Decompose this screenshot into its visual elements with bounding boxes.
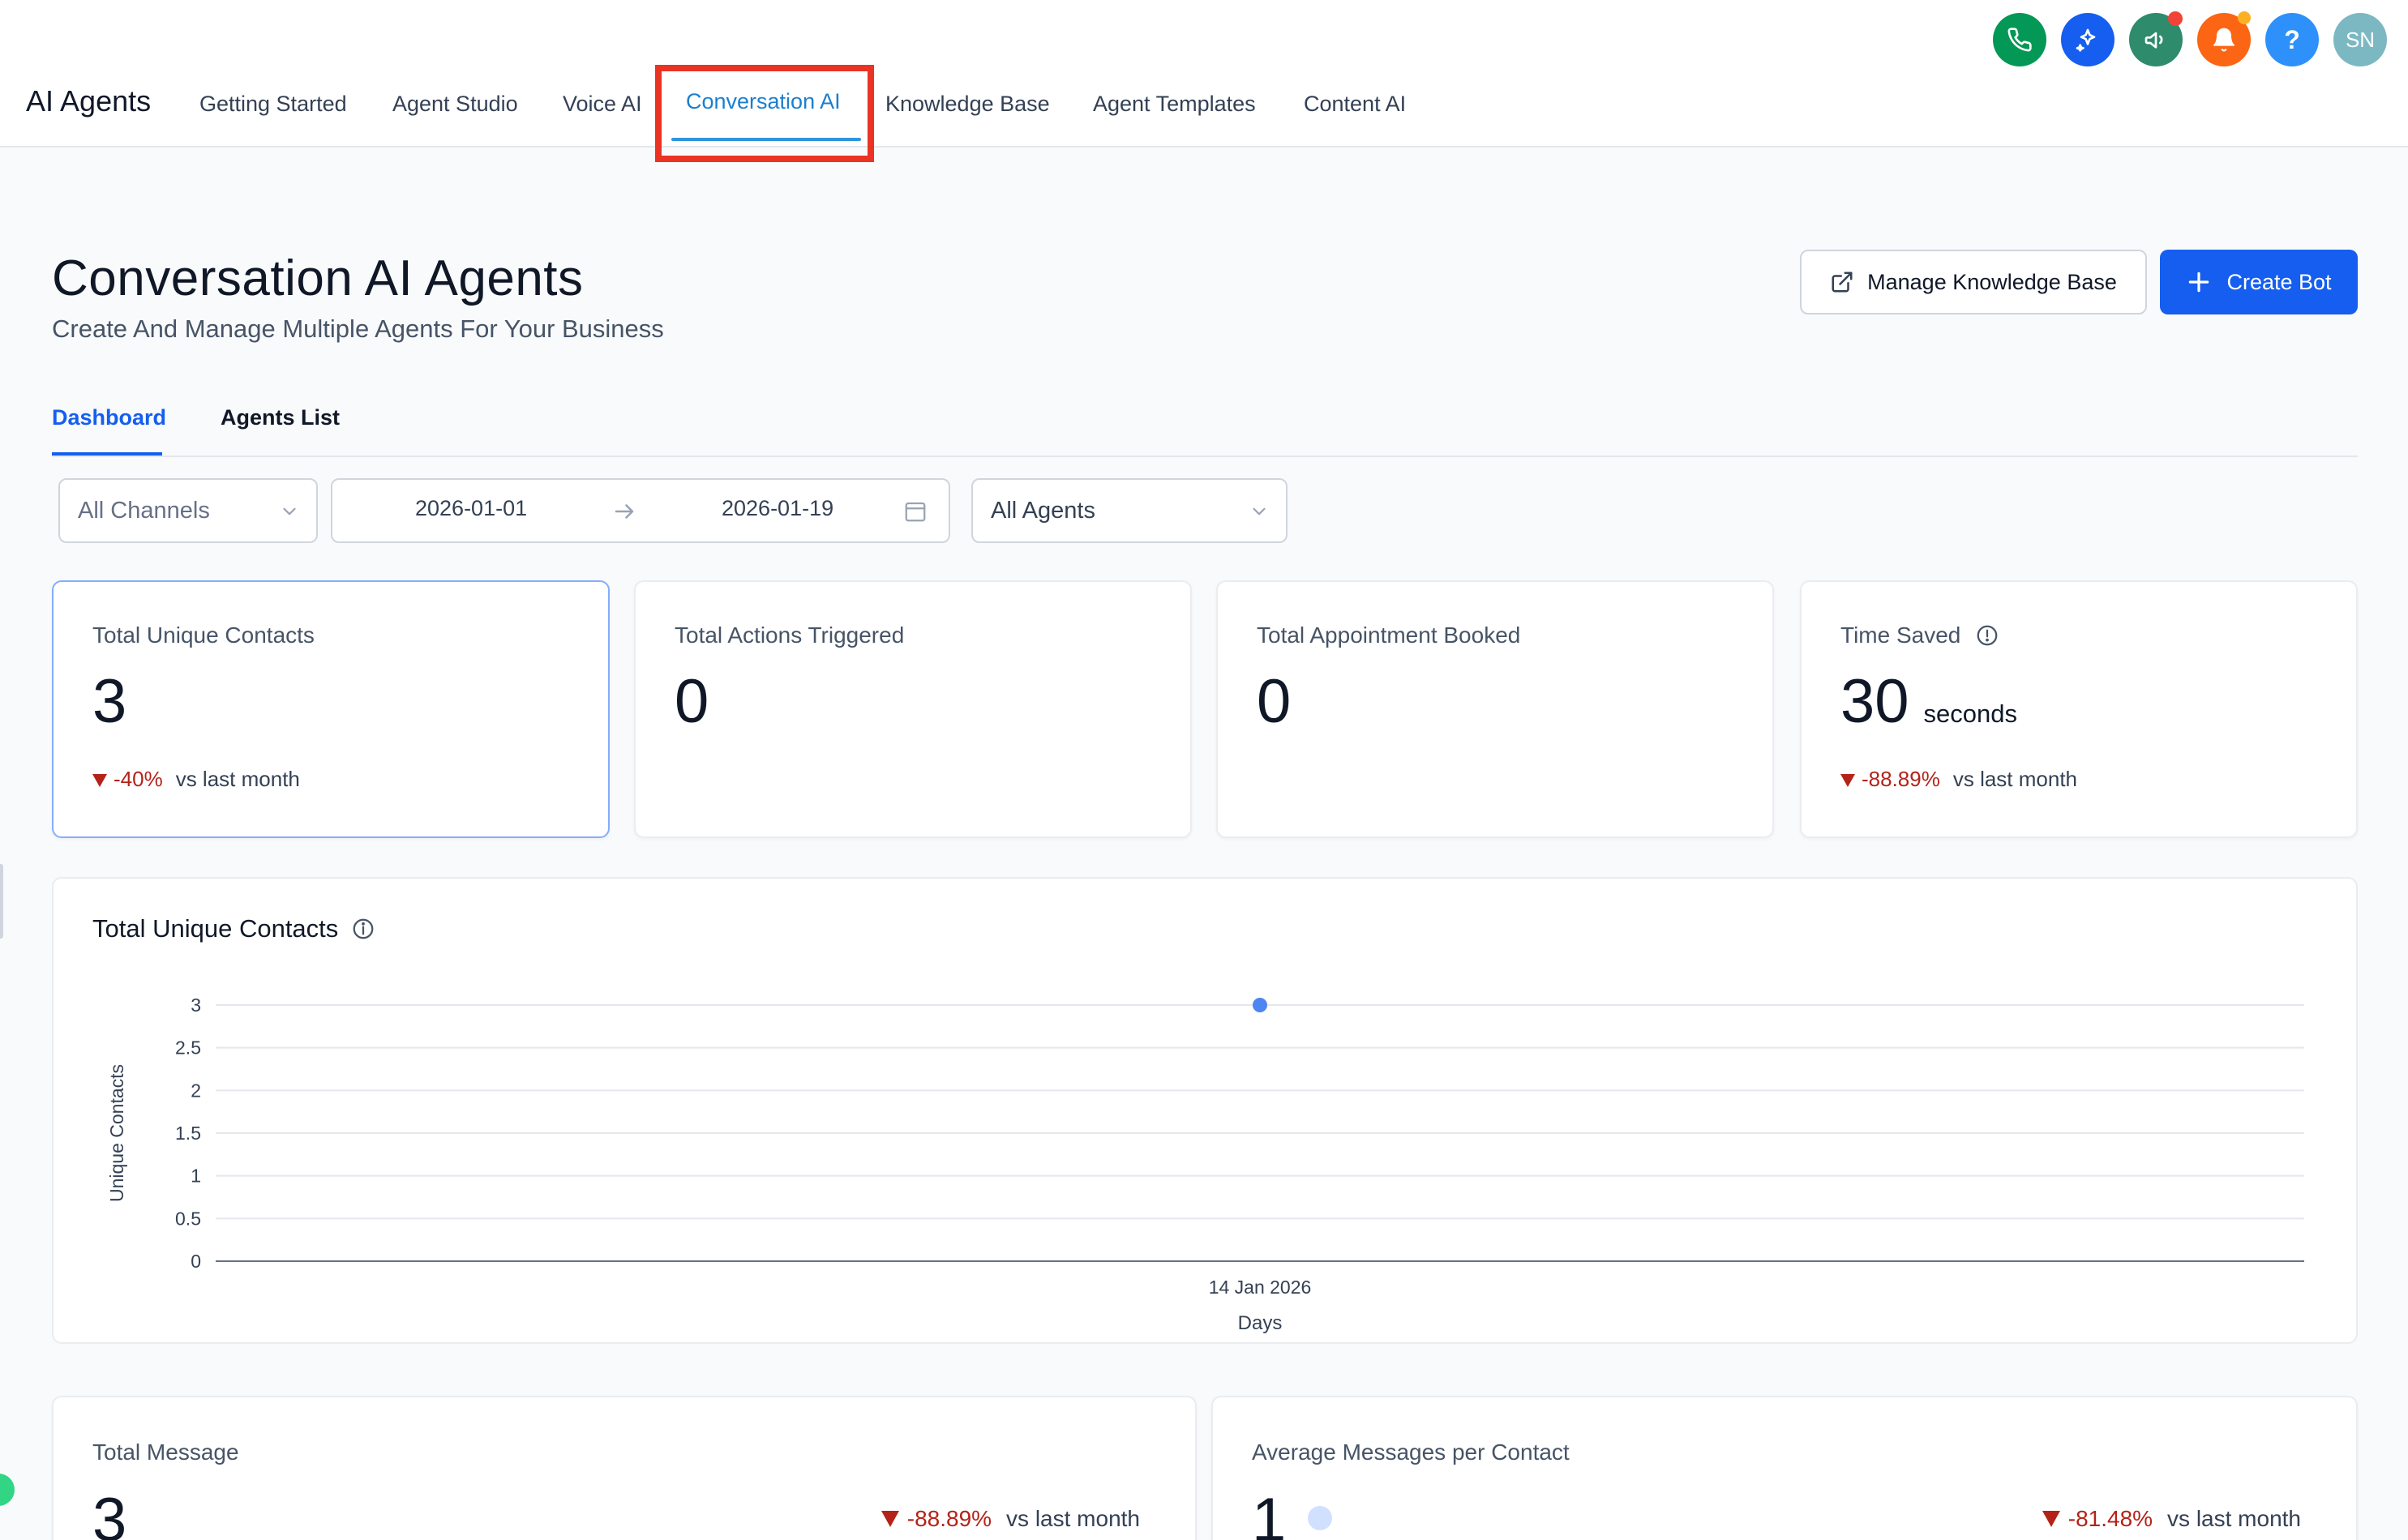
stat-value: 30	[1840, 667, 1909, 736]
y-tick-label: 0.5	[175, 1208, 201, 1229]
status-dot[interactable]	[0, 1474, 15, 1506]
trend-change: -88.89%	[1862, 767, 1940, 791]
date-end[interactable]: 2026-01-19	[722, 496, 833, 521]
y-tick-label: 3	[191, 995, 201, 1016]
y-tick-label: 1	[191, 1166, 201, 1187]
chevron-down-icon	[283, 507, 296, 515]
date-start[interactable]: 2026-01-01	[415, 496, 527, 521]
stat-value-row: 1	[1252, 1485, 1333, 1540]
stat-card-unique-contacts[interactable]: Total Unique Contacts 3 -40% vs last mon…	[52, 580, 610, 838]
x-tick-label: 14 Jan 2026	[1209, 1277, 1312, 1298]
trend-compare: vs last month	[1006, 1506, 1140, 1531]
dashboard-tabs: Dashboard Agents List	[52, 405, 2358, 457]
tab-dashboard[interactable]: Dashboard	[52, 405, 166, 430]
calendar-icon	[905, 502, 926, 522]
stat-trend: -40% vs last month	[92, 767, 300, 792]
stat-trend: -88.89% vs last month	[881, 1506, 1140, 1532]
agents-select[interactable]: All Agents	[971, 478, 1288, 543]
help-icon[interactable]: ?	[2265, 13, 2319, 66]
active-tab-indicator	[52, 452, 162, 456]
y-tick-label: 0	[191, 1251, 201, 1272]
stat-card-appointments-booked[interactable]: Total Appointment Booked 0	[1216, 580, 1774, 838]
page-subtitle: Create And Manage Multiple Agents For Yo…	[52, 314, 664, 343]
channels-select[interactable]: All Channels	[58, 478, 318, 543]
date-range-picker[interactable]: 2026-01-01 2026-01-19	[331, 478, 950, 543]
stat-trend: -88.89% vs last month	[1840, 767, 2077, 792]
stat-card-time-saved[interactable]: Time Saved 30 seconds -88.89% vs last mon…	[1800, 580, 2358, 838]
trend-compare: vs last month	[1952, 767, 2078, 791]
stat-card-actions-triggered[interactable]: Total Actions Triggered 0	[634, 580, 1192, 838]
stat-value: 3	[92, 1486, 127, 1540]
stat-title-row: Time Saved	[1840, 622, 1999, 648]
stat-value: 3	[92, 667, 127, 736]
nav-knowledge-base[interactable]: Knowledge Base	[885, 92, 1050, 117]
app-title: AI Agents	[26, 84, 152, 118]
trend-down-icon	[1840, 773, 1855, 787]
bell-icon[interactable]	[2197, 11, 2251, 66]
nav-agent-templates[interactable]: Agent Templates	[1093, 92, 1256, 117]
create-bot-label: Create Bot	[2226, 269, 2332, 294]
y-tick-label: 2	[191, 1080, 201, 1101]
create-bot-button[interactable]: Create Bot	[2160, 250, 2358, 314]
sparkles-ai-icon[interactable]	[2061, 13, 2114, 66]
ai-sparkle-icon[interactable]	[1308, 1505, 1333, 1530]
trend-change: -81.48%	[2067, 1506, 2153, 1531]
notification-badge	[2168, 11, 2183, 26]
manage-knowledge-base-label: Manage Knowledge Base	[1867, 269, 2117, 294]
manage-knowledge-base-button[interactable]: Manage Knowledge Base	[1800, 250, 2147, 314]
megaphone-icon[interactable]	[2129, 11, 2183, 66]
arrow-right-icon	[615, 504, 634, 519]
trend-down-icon	[92, 773, 107, 787]
x-axis-label: Days	[1238, 1312, 1283, 1334]
stat-value-row: 30 seconds	[1840, 666, 2017, 737]
nav-getting-started[interactable]: Getting Started	[199, 92, 347, 117]
stat-unit: seconds	[1923, 699, 2018, 728]
trend-down-icon	[2042, 1511, 2060, 1527]
unique-contacts-chart: 0 0.5 1 1.5 2 2.5 3 14 Jan 2026 Days Unique Conta…	[106, 995, 2304, 1334]
stat-title: Total Message	[92, 1439, 239, 1465]
top-navigation-bar: AI Agents Getting Started Agent Studio V…	[0, 0, 2408, 162]
nav-voice-ai[interactable]: Voice AI	[563, 92, 642, 117]
data-point	[1253, 998, 1267, 1012]
unique-contacts-chart-card: Total Unique Contacts 0 0.5 1 1.5 2 2.5 3 14 Ja…	[52, 877, 2358, 1344]
info-icon[interactable]	[1975, 623, 1999, 648]
stat-title: Total Actions Triggered	[675, 622, 905, 648]
highlight-annotation-box	[655, 65, 874, 162]
stat-title: Time Saved	[1840, 622, 1961, 648]
y-tick-label: 1.5	[175, 1123, 201, 1144]
nav-content-ai[interactable]: Content AI	[1304, 92, 1406, 117]
stat-value: 0	[1257, 667, 1292, 736]
notification-badge	[2238, 11, 2251, 24]
stat-trend: -81.48% vs last month	[2042, 1506, 2301, 1532]
stat-title: Average Messages per Contact	[1252, 1439, 1570, 1465]
trend-compare: vs last month	[175, 767, 300, 791]
side-drawer-handle[interactable]	[0, 864, 3, 939]
nav-agent-studio[interactable]: Agent Studio	[392, 92, 518, 117]
external-link-icon	[1832, 272, 1853, 293]
tab-agents-list[interactable]: Agents List	[221, 405, 340, 430]
stat-title: Total Appointment Booked	[1257, 622, 1521, 648]
trend-change: -40%	[114, 767, 163, 791]
y-axis-label: Unique Contacts	[106, 1064, 127, 1202]
avatar[interactable]: SN	[2333, 13, 2387, 66]
trend-compare: vs last month	[2167, 1506, 2301, 1531]
stat-value: 0	[675, 667, 709, 736]
plus-icon	[2189, 272, 2209, 293]
trend-change: -88.89%	[906, 1506, 992, 1531]
chevron-down-icon	[1253, 507, 1266, 515]
phone-icon[interactable]	[1993, 13, 2046, 66]
stat-card-avg-messages[interactable]: Average Messages per Contact 1 -81.48% v…	[1211, 1396, 2358, 1540]
stat-title: Total Unique Contacts	[92, 622, 315, 648]
page-title: Conversation AI Agents	[52, 250, 584, 306]
agents-select-value: All Agents	[991, 497, 1095, 524]
trend-down-icon	[881, 1511, 899, 1527]
y-tick-label: 2.5	[175, 1037, 201, 1059]
channels-select-value: All Channels	[78, 497, 210, 524]
stat-value: 1	[1252, 1486, 1287, 1540]
stat-card-total-message[interactable]: Total Message 3 -88.89% vs last month	[52, 1396, 1197, 1540]
